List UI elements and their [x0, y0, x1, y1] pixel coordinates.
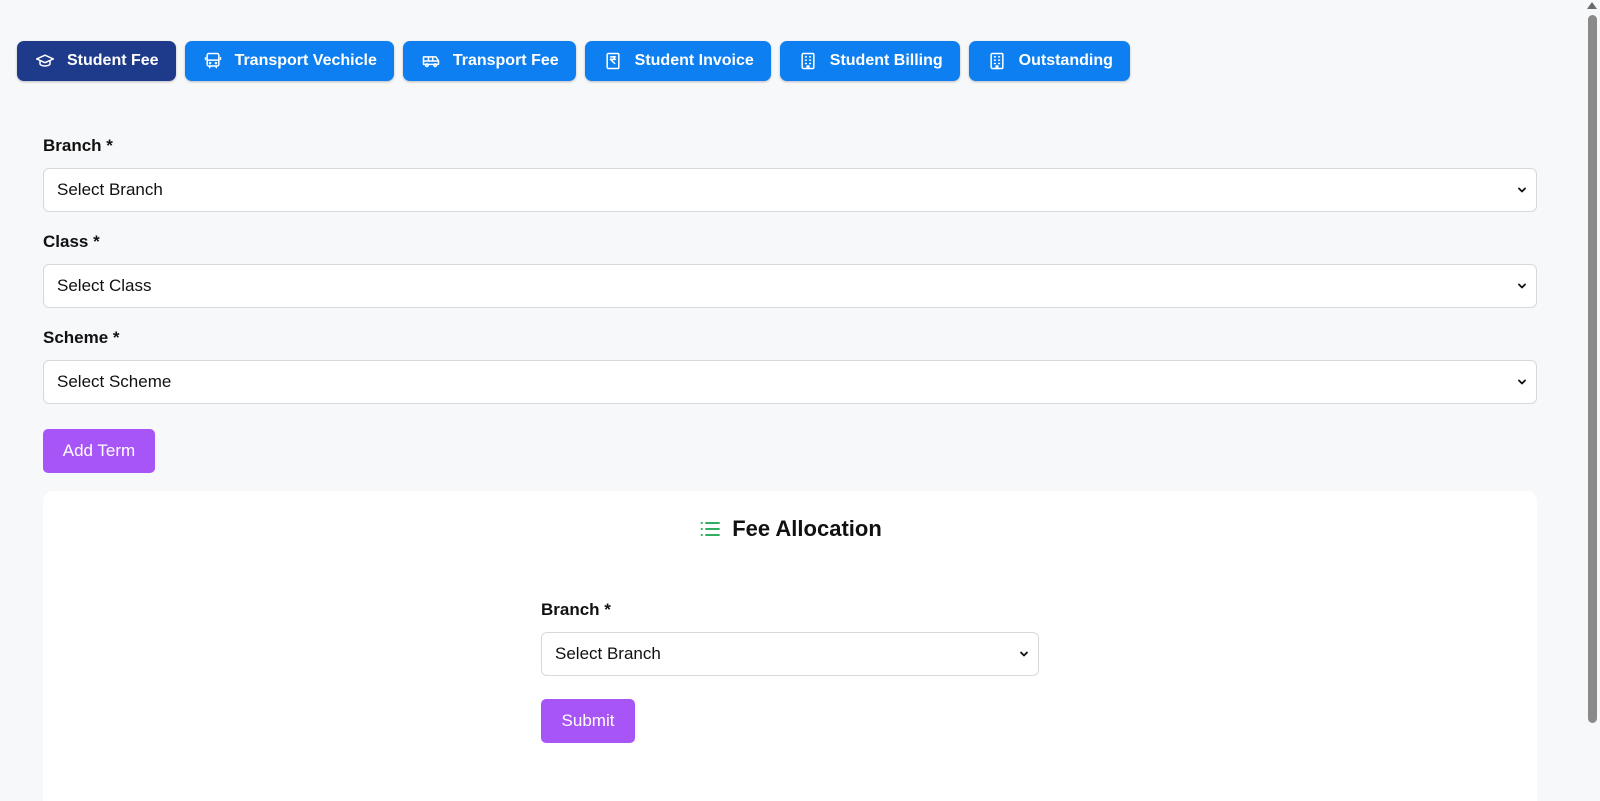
tab-student-invoice[interactable]: Student Invoice	[584, 41, 771, 81]
allocation-branch-select[interactable]: Select Branch	[541, 632, 1039, 676]
fee-allocation-card: Fee Allocation Branch * Select Branch Su…	[43, 491, 1537, 801]
chevron-down-icon	[1020, 651, 1028, 657]
scheme-select-value: Select Scheme	[57, 372, 172, 391]
class-select-value: Select Class	[57, 276, 152, 295]
building-icon	[987, 51, 1007, 71]
tab-student-fee[interactable]: Student Fee	[17, 41, 176, 81]
bus-icon	[203, 51, 223, 71]
tab-label: Outstanding	[1018, 52, 1113, 69]
tab-label: Transport Fee	[452, 52, 559, 69]
allocation-branch-label: Branch *	[541, 600, 611, 619]
van-icon	[421, 51, 441, 71]
submit-button[interactable]: Submit	[541, 699, 635, 743]
tab-student-billing[interactable]: Student Billing	[779, 41, 960, 81]
tab-bar: Student Fee Transport Vechicle Transport…	[17, 41, 1130, 81]
graduation-cap-icon	[35, 51, 55, 71]
building-icon	[798, 51, 818, 71]
branch-field: Branch * Select Branch	[43, 136, 1537, 212]
vertical-scrollbar[interactable]	[1584, 0, 1600, 801]
page: Student Fee Transport Vechicle Transport…	[0, 0, 1600, 801]
tab-transport-fee[interactable]: Transport Fee	[402, 41, 576, 81]
scroll-up-arrow-icon[interactable]	[1587, 2, 1597, 9]
allocation-branch-field: Branch * Select Branch	[541, 600, 1039, 676]
tab-label: Student Fee	[67, 52, 159, 69]
allocation-branch-select-value: Select Branch	[555, 644, 661, 663]
list-icon	[698, 517, 722, 541]
branch-select[interactable]: Select Branch	[43, 168, 1537, 212]
tab-label: Transport Vechicle	[234, 52, 377, 69]
rupee-receipt-icon	[603, 51, 623, 71]
fee-form: Branch * Select Branch Class * Select Cl…	[43, 136, 1537, 424]
branch-select-value: Select Branch	[57, 180, 163, 199]
tab-label: Student Invoice	[634, 52, 754, 69]
scheme-label: Scheme *	[43, 328, 120, 347]
branch-label: Branch *	[43, 136, 113, 155]
scroll-thumb[interactable]	[1588, 15, 1597, 723]
fee-allocation-heading: Fee Allocation	[43, 516, 1537, 542]
class-field: Class * Select Class	[43, 232, 1537, 308]
tab-outstanding[interactable]: Outstanding	[968, 41, 1130, 81]
chevron-down-icon	[1518, 187, 1526, 193]
scheme-field: Scheme * Select Scheme	[43, 328, 1537, 404]
tab-transport-vehicle[interactable]: Transport Vechicle	[184, 41, 394, 81]
fee-allocation-title: Fee Allocation	[732, 516, 882, 541]
tab-label: Student Billing	[829, 52, 943, 69]
chevron-down-icon	[1518, 379, 1526, 385]
class-label: Class *	[43, 232, 100, 251]
scheme-select[interactable]: Select Scheme	[43, 360, 1537, 404]
class-select[interactable]: Select Class	[43, 264, 1537, 308]
add-term-button[interactable]: Add Term	[43, 429, 155, 473]
chevron-down-icon	[1518, 283, 1526, 289]
